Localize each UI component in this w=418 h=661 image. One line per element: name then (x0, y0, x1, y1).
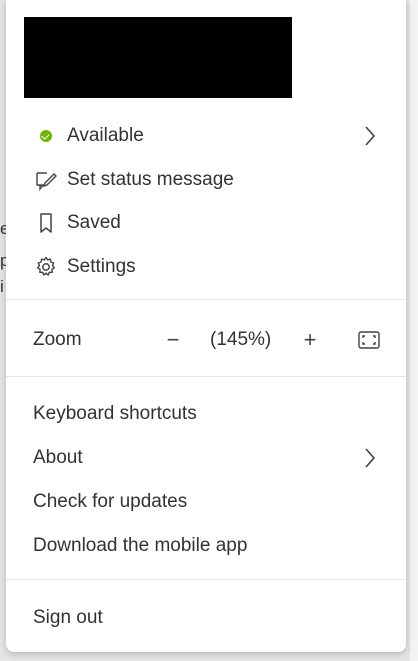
download-mobile-app-label: Download the mobile app (33, 535, 248, 556)
gear-icon (34, 255, 58, 279)
available-status-label: Available (67, 125, 144, 146)
edit-status-icon (34, 168, 58, 192)
bookmark-icon (34, 211, 58, 235)
available-status-item[interactable]: Available (6, 116, 406, 156)
divider (6, 579, 406, 580)
set-status-message-item[interactable]: Set status message (6, 160, 406, 200)
available-status-icon (34, 124, 58, 148)
divider (6, 299, 406, 300)
chevron-right-icon (365, 448, 376, 468)
about-item[interactable]: About (6, 438, 406, 478)
zoom-out-button[interactable]: − (161, 327, 185, 352)
about-label: About (33, 447, 83, 468)
sign-out-item[interactable]: Sign out (6, 598, 406, 638)
keyboard-shortcuts-label: Keyboard shortcuts (33, 403, 197, 424)
profile-menu: Available Set status message Saved Setti… (6, 0, 406, 652)
background-scroll-area (410, 0, 418, 661)
zoom-level: (145%) (210, 329, 272, 350)
keyboard-shortcuts-item[interactable]: Keyboard shortcuts (6, 394, 406, 434)
check-for-updates-label: Check for updates (33, 491, 188, 512)
fullscreen-button[interactable] (357, 328, 381, 352)
zoom-row: Zoom − (145%) + (6, 320, 406, 360)
settings-item[interactable]: Settings (6, 247, 406, 287)
zoom-label: Zoom (33, 329, 82, 350)
sign-out-label: Sign out (33, 607, 103, 628)
download-mobile-app-item[interactable]: Download the mobile app (6, 526, 406, 566)
saved-label: Saved (67, 212, 121, 233)
check-for-updates-item[interactable]: Check for updates (6, 482, 406, 522)
fullscreen-icon (358, 331, 380, 349)
saved-item[interactable]: Saved (6, 203, 406, 243)
divider (6, 376, 406, 377)
zoom-in-button[interactable]: + (298, 327, 322, 352)
chevron-right-icon (365, 126, 376, 146)
settings-label: Settings (67, 256, 136, 277)
redacted-profile-info (24, 17, 292, 98)
set-status-message-label: Set status message (67, 169, 234, 190)
